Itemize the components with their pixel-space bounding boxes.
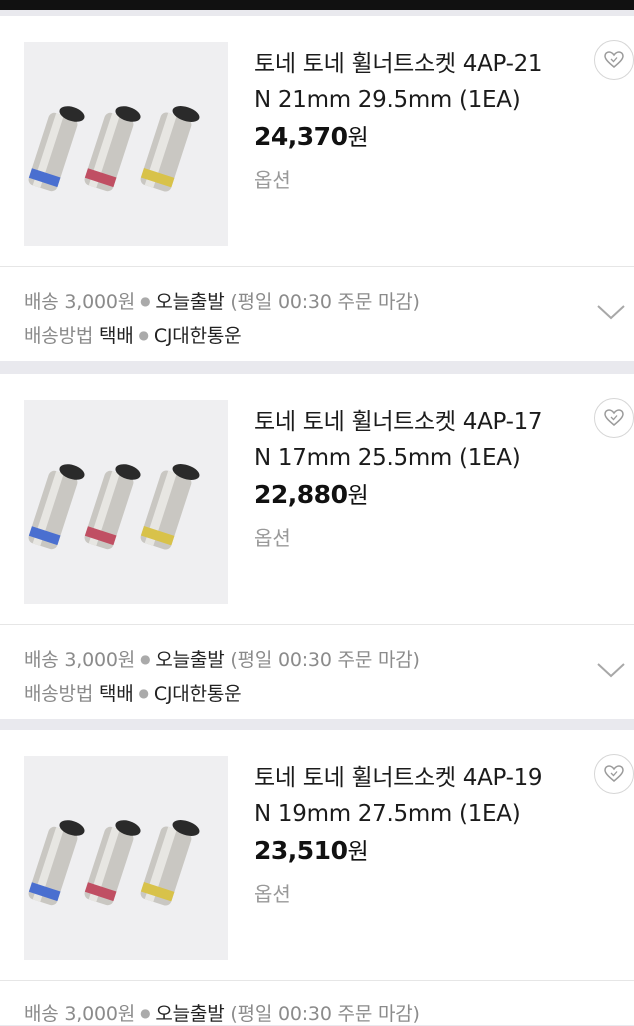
product-price: 22,880원 [254,480,369,509]
shipping-method-row: 배송방법 택배 ● CJ대한통운 [24,683,242,705]
socket-yellow [140,820,200,906]
socket-blue [28,106,85,192]
wishlist-button[interactable] [594,398,634,438]
product-image[interactable] [24,400,228,604]
socket-blue [28,820,85,906]
socket-yellow [140,464,200,550]
chevron-down-icon[interactable] [596,661,626,679]
product-image[interactable] [24,42,228,246]
product-price: 23,510원 [254,836,369,865]
product-card[interactable]: 토네 토네 휠너트소켓 4AP-17 N 17mm 25.5mm (1EA) 2… [0,374,634,624]
chevron-down-icon[interactable] [596,303,626,321]
option-label[interactable]: 옵션 [254,164,291,193]
shipping-fee-row: 배송 3,000원 ● 오늘출발 (평일 00:30 주문 마감) [24,649,420,671]
product-title[interactable]: 토네 토네 휠너트소켓 4AP-19 N 19mm 27.5mm (1EA) [254,760,584,832]
socket-red [84,464,141,550]
heart-icon [604,51,624,68]
shipping-method-row: 배송방법 택배 ● CJ대한통운 [24,325,242,347]
product-card[interactable]: 토네 토네 휠너트소켓 4AP-21 N 21mm 29.5mm (1EA) 2… [0,16,634,266]
status-bar [0,0,634,10]
option-label[interactable]: 옵션 [254,878,291,907]
wishlist-button[interactable] [594,754,634,794]
socket-red [84,820,141,906]
heart-icon [604,765,624,782]
option-label[interactable]: 옵션 [254,522,291,551]
shipping-fee-row: 배송 3,000원 ● 오늘출발 (평일 00:30 주문 마감) [24,1003,420,1025]
socket-yellow [140,106,200,192]
shipping-fee-row: 배송 3,000원 ● 오늘출발 (평일 00:30 주문 마감) [24,291,420,313]
product-price: 24,370원 [254,122,369,151]
heart-icon [604,409,624,426]
shipping-info[interactable]: 배송 3,000원 ● 오늘출발 (평일 00:30 주문 마감) 배송방법 택배 ●… [0,266,634,361]
product-card[interactable]: 토네 토네 휠너트소켓 4AP-19 N 19mm 27.5mm (1EA) 2… [0,730,634,980]
product-title[interactable]: 토네 토네 휠너트소켓 4AP-17 N 17mm 25.5mm (1EA) [254,404,584,476]
wishlist-button[interactable] [594,40,634,80]
product-title[interactable]: 토네 토네 휠너트소켓 4AP-21 N 21mm 29.5mm (1EA) [254,46,584,118]
socket-blue [28,464,85,550]
socket-red [84,106,141,192]
shipping-info[interactable]: 배송 3,000원 ● 오늘출발 (평일 00:30 주문 마감) [0,980,634,1025]
shipping-info[interactable]: 배송 3,000원 ● 오늘출발 (평일 00:30 주문 마감) 배송방법 택배 ●… [0,624,634,719]
product-image[interactable] [24,756,228,960]
